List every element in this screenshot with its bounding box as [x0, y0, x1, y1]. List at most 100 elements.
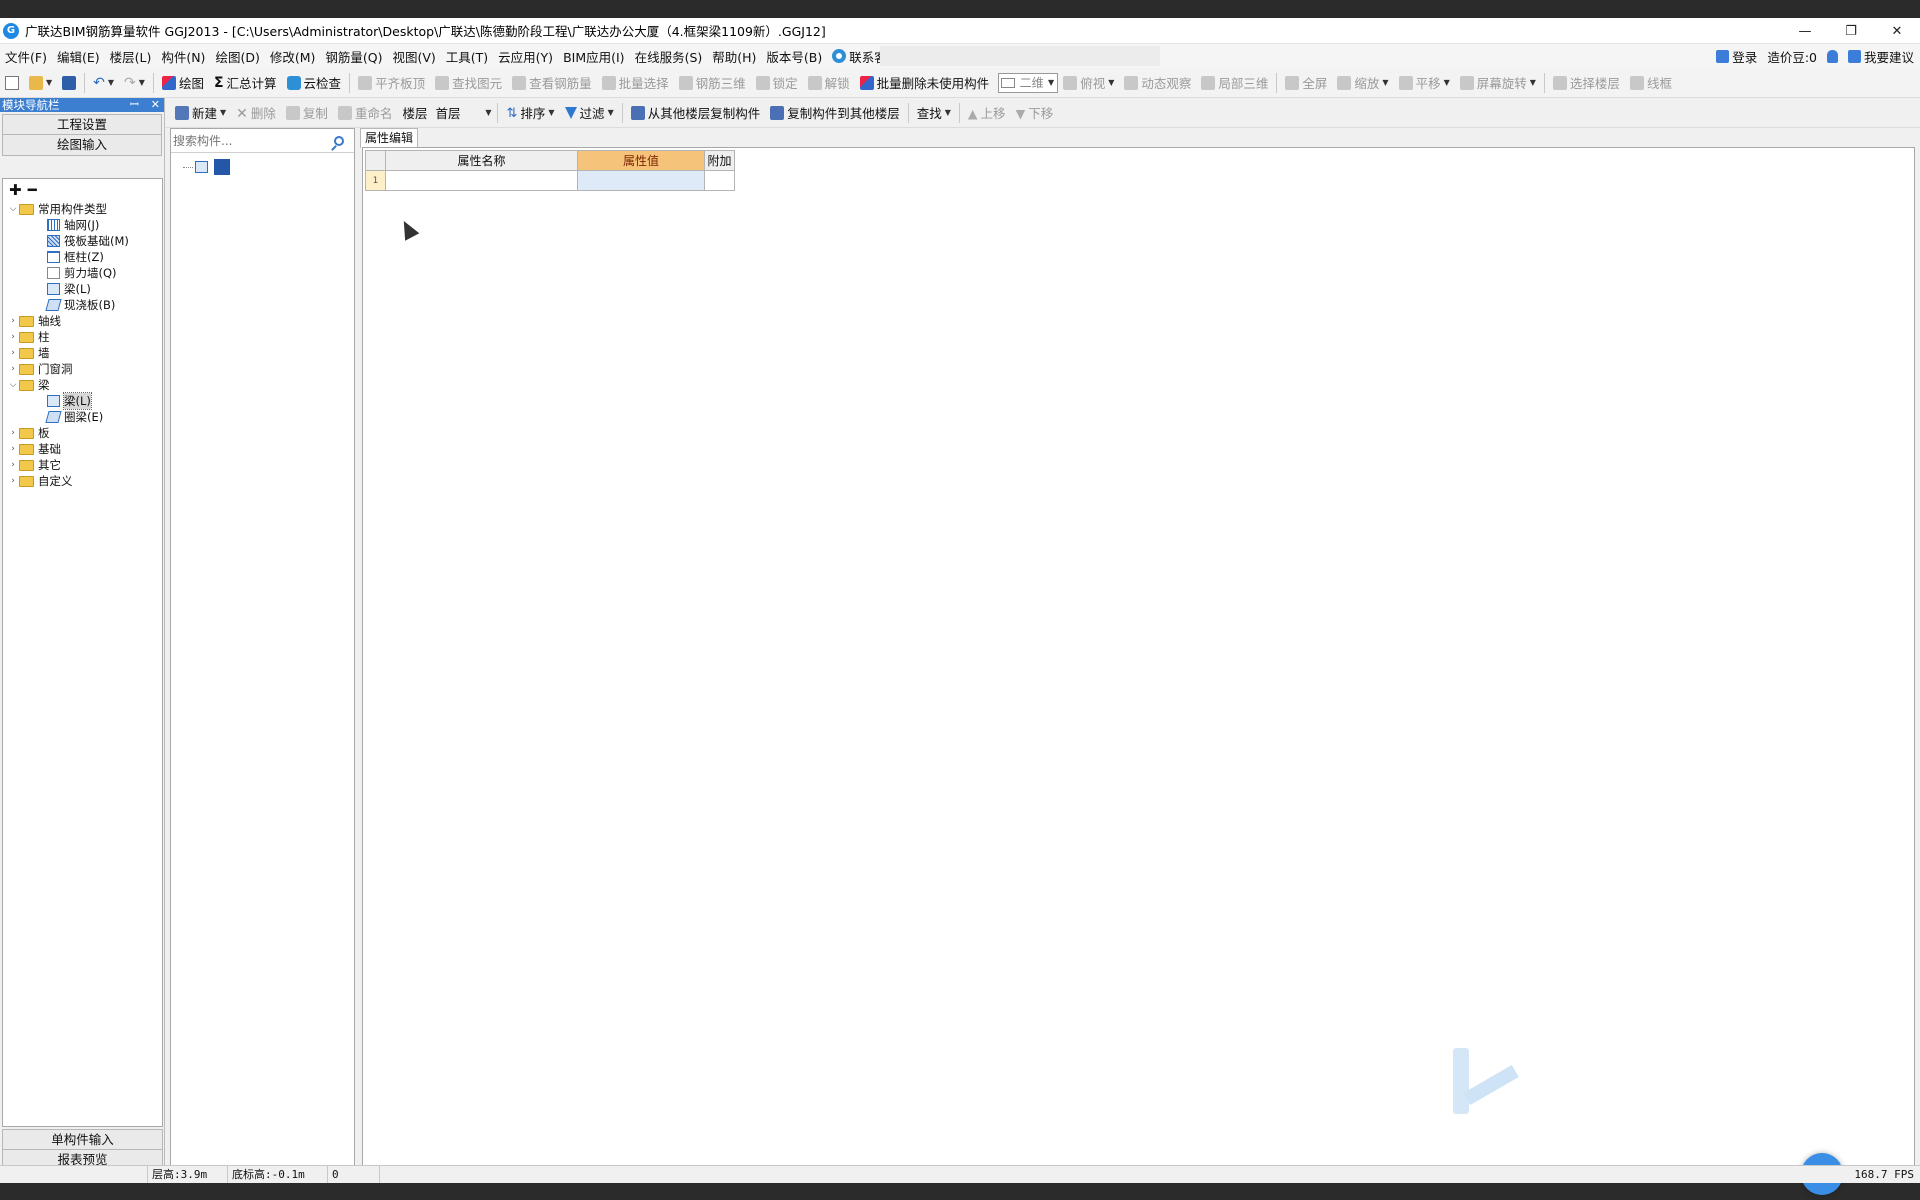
new-component-button[interactable]: 新建 ▼: [170, 101, 231, 125]
price-beans[interactable]: 造价豆:0: [1767, 47, 1817, 66]
column-header-name[interactable]: 属性名称: [385, 150, 578, 171]
batch-delete-unused-button[interactable]: 批量删除未使用构件: [855, 71, 995, 95]
chevron-right-icon[interactable]: ›: [7, 348, 19, 358]
collapse-all-icon[interactable]: ━: [28, 181, 37, 199]
undo-button[interactable]: ↶ ▼: [88, 71, 119, 95]
tree-node-ring-beam[interactable]: 圈梁(E): [3, 409, 162, 425]
menu-version[interactable]: 版本号(B): [761, 47, 827, 66]
delete-component-button[interactable]: ✕ 删除: [231, 101, 281, 125]
menu-cloud[interactable]: 云应用(Y): [493, 47, 558, 66]
chevron-right-icon[interactable]: ›: [7, 364, 19, 374]
tree-node-door-window[interactable]: › 门窗洞: [3, 361, 162, 377]
find-element-button[interactable]: 查找图元: [430, 71, 507, 95]
copy-to-other-floor-button[interactable]: 复制构件到其他楼层: [765, 101, 905, 125]
wireframe-button[interactable]: 线框: [1625, 71, 1677, 95]
floor-select[interactable]: 首层 ▼: [432, 103, 494, 123]
tree-node-frame-column[interactable]: 框柱(Z): [3, 249, 162, 265]
chevron-down-icon[interactable]: ⌵: [7, 204, 19, 214]
cloud-check-button[interactable]: 云检查: [282, 71, 347, 95]
chevron-right-icon[interactable]: ›: [7, 460, 19, 470]
menu-view[interactable]: 视图(V): [387, 47, 440, 66]
view-mode-select[interactable]: 二维 ▼: [998, 72, 1059, 93]
tree-node-shear-wall[interactable]: 剪力墙(Q): [3, 265, 162, 281]
menu-component[interactable]: 构件(N): [156, 47, 210, 66]
tree-node-raft-foundation[interactable]: 筏板基础(M): [3, 233, 162, 249]
search-button[interactable]: [329, 130, 349, 152]
dynamic-observe-button[interactable]: 动态观察: [1119, 71, 1196, 95]
list-item[interactable]: [183, 159, 230, 175]
tree-node-common[interactable]: ⌵ 常用构件类型: [3, 201, 162, 217]
menu-online-service[interactable]: 在线服务(S): [630, 47, 708, 66]
menu-draw[interactable]: 绘图(D): [210, 47, 264, 66]
fullscreen-button[interactable]: 全屏: [1280, 71, 1332, 95]
top-view-button[interactable]: 俯视 ▼: [1058, 71, 1119, 95]
redo-button[interactable]: ↷ ▼: [119, 71, 150, 95]
chevron-right-icon[interactable]: ›: [7, 476, 19, 486]
minimize-button[interactable]: —: [1782, 18, 1828, 44]
move-up-button[interactable]: ▲ 上移: [963, 101, 1011, 125]
tree-node-foundation[interactable]: › 基础: [3, 441, 162, 457]
column-header-extra[interactable]: 附加: [704, 150, 735, 171]
tree-node-column[interactable]: › 柱: [3, 329, 162, 345]
save-button[interactable]: [57, 71, 81, 95]
tree-node-beam-common[interactable]: 梁(L): [3, 281, 162, 297]
unlock-button[interactable]: 解锁: [803, 71, 855, 95]
pan-button[interactable]: 平移 ▼: [1394, 71, 1455, 95]
chevron-right-icon[interactable]: ›: [7, 316, 19, 326]
chevron-right-icon[interactable]: ›: [7, 332, 19, 342]
rename-component-button[interactable]: 重命名: [333, 101, 398, 125]
rebar-3d-button[interactable]: 钢筋三维: [674, 71, 751, 95]
component-search-input[interactable]: [171, 129, 329, 152]
chevron-right-icon[interactable]: ›: [7, 444, 19, 454]
sum-calc-button[interactable]: Σ 汇总计算: [209, 71, 282, 95]
close-icon[interactable]: ✕: [151, 98, 160, 112]
tree-node-axis[interactable]: › 轴线: [3, 313, 162, 329]
login-button[interactable]: 登录: [1716, 47, 1757, 66]
new-file-button[interactable]: [0, 71, 24, 95]
find-button[interactable]: 查找 ▼: [912, 101, 956, 125]
tree-node-wall[interactable]: › 墙: [3, 345, 162, 361]
table-row[interactable]: 1: [365, 170, 735, 191]
batch-select-button[interactable]: 批量选择: [597, 71, 674, 95]
expand-all-icon[interactable]: ✚: [9, 181, 22, 199]
tree-node-slab[interactable]: › 板: [3, 425, 162, 441]
tree-node-beam-l-selected[interactable]: 梁(L): [3, 392, 162, 410]
menu-rebar-qty[interactable]: 钢筋量(Q): [320, 47, 387, 66]
chevron-right-icon[interactable]: ›: [7, 428, 19, 438]
tree-node-cast-slab[interactable]: 现浇板(B): [3, 297, 162, 313]
copy-component-button[interactable]: 复制: [281, 101, 333, 125]
tab-property-edit[interactable]: 属性编辑: [360, 128, 418, 148]
tree-node-custom[interactable]: › 自定义: [3, 473, 162, 489]
suggest-button[interactable]: 我要建议: [1847, 47, 1914, 66]
zoom-button[interactable]: 缩放 ▼: [1332, 71, 1393, 95]
menu-help[interactable]: 帮助(H): [707, 47, 761, 66]
property-name-cell[interactable]: [385, 170, 578, 191]
drawing-input-button[interactable]: 绘图输入: [2, 135, 162, 156]
menu-tools[interactable]: 工具(T): [441, 47, 493, 66]
menu-floor[interactable]: 楼层(L): [105, 47, 157, 66]
open-file-button[interactable]: ▼: [24, 71, 57, 95]
single-component-input-button[interactable]: 单构件输入: [2, 1129, 163, 1150]
close-window-button[interactable]: ✕: [1874, 18, 1920, 44]
select-floor-button[interactable]: 选择楼层: [1548, 71, 1625, 95]
move-down-button[interactable]: ▼ 下移: [1011, 101, 1059, 125]
menu-bim[interactable]: BIM应用(I): [558, 47, 630, 66]
align-slab-top-button[interactable]: 平齐板顶: [353, 71, 430, 95]
pin-icon[interactable]: ꟷ: [130, 98, 139, 112]
sort-button[interactable]: ⇅ 排序 ▼: [501, 101, 559, 125]
lock-button[interactable]: 锁定: [751, 71, 803, 95]
tree-node-beam[interactable]: ⌵ 梁: [3, 377, 162, 393]
property-value-cell[interactable]: [577, 170, 705, 191]
view-rebar-qty-button[interactable]: 查看钢筋量: [507, 71, 597, 95]
local-3d-button[interactable]: 局部三维: [1196, 71, 1273, 95]
menu-file[interactable]: 文件(F): [0, 47, 52, 66]
property-extra-cell[interactable]: [704, 170, 735, 191]
menu-modify[interactable]: 修改(M): [265, 47, 321, 66]
chevron-down-icon[interactable]: ⌵: [7, 380, 19, 390]
copy-from-other-floor-button[interactable]: 从其他楼层复制构件: [626, 101, 766, 125]
column-header-value[interactable]: 属性值: [577, 150, 705, 171]
project-settings-button[interactable]: 工程设置: [2, 114, 162, 135]
restore-button[interactable]: ❐: [1828, 18, 1874, 44]
tree-node-grid[interactable]: 轴网(J): [3, 217, 162, 233]
draw-button[interactable]: 绘图: [157, 71, 209, 95]
